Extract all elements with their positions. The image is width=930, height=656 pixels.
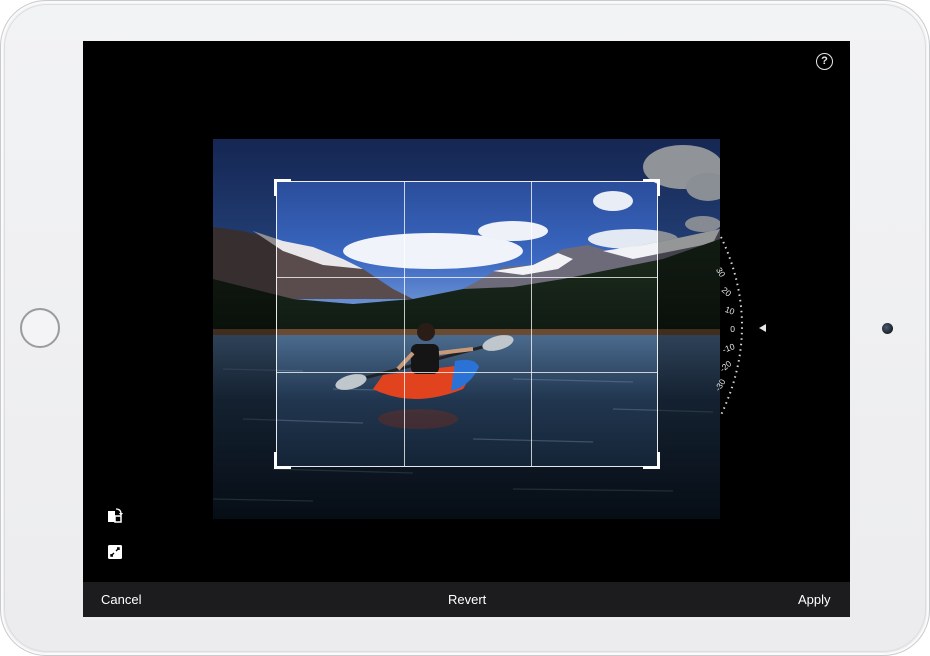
crop-grid-line bbox=[277, 277, 657, 278]
home-button[interactable] bbox=[20, 308, 60, 348]
rotate-icon[interactable] bbox=[107, 507, 123, 523]
ipad-device-frame: ? 30 20 10 0 -10 -20 -30 Cancel Revert A… bbox=[0, 0, 930, 656]
aspect-ratio-icon[interactable] bbox=[107, 544, 123, 560]
revert-button[interactable]: Revert bbox=[448, 582, 486, 617]
crop-grid-line bbox=[404, 182, 405, 466]
crop-frame[interactable] bbox=[274, 179, 660, 469]
crop-handle-bottom-right[interactable] bbox=[643, 452, 660, 469]
crop-grid-line bbox=[531, 182, 532, 466]
crop-grid-line bbox=[277, 372, 657, 373]
cancel-button[interactable]: Cancel bbox=[101, 582, 141, 617]
crop-handle-top-right[interactable] bbox=[643, 179, 660, 196]
dial-label-0: 0 bbox=[730, 324, 735, 334]
apply-button[interactable]: Apply bbox=[798, 582, 831, 617]
crop-handle-top-left[interactable] bbox=[274, 179, 291, 196]
crop-handle-bottom-left[interactable] bbox=[274, 452, 291, 469]
help-icon[interactable]: ? bbox=[816, 53, 833, 70]
dial-pointer-icon bbox=[759, 324, 766, 332]
bottom-toolbar: Cancel Revert Apply bbox=[83, 582, 850, 617]
photo-editor-screen: ? 30 20 10 0 -10 -20 -30 Cancel Revert A… bbox=[83, 41, 850, 617]
help-label: ? bbox=[821, 55, 828, 67]
front-camera bbox=[882, 323, 893, 334]
